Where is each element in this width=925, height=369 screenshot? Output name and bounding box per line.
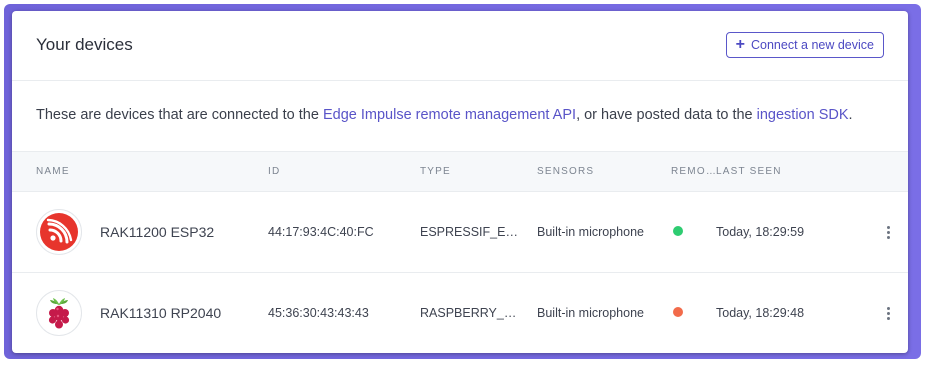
- ingestion-sdk-link[interactable]: ingestion SDK: [757, 107, 849, 123]
- device-sensors: Built-in microphone: [537, 225, 644, 239]
- devices-description: These are devices that are connected to …: [12, 81, 908, 151]
- status-online-dot: [673, 226, 683, 236]
- remote-status-cell: [671, 192, 716, 273]
- table-row[interactable]: RAK11310 RP2040 45:36:30:43:43:43 RASPBE…: [12, 273, 908, 354]
- row-actions-cell: [866, 273, 908, 354]
- column-header-last-seen[interactable]: LAST SEEN: [716, 152, 866, 192]
- row-actions-cell: [866, 192, 908, 273]
- column-header-sensors[interactable]: SENSORS: [537, 152, 671, 192]
- device-type: ESPRESSIF_ESP32: [420, 225, 522, 239]
- table-row[interactable]: RAK11200 ESP32 44:17:93:4C:40:FC ESPRESS…: [12, 192, 908, 273]
- device-type-cell: ESPRESSIF_ESP32: [420, 192, 537, 273]
- column-header-type[interactable]: TYPE: [420, 152, 537, 192]
- column-header-id[interactable]: ID: [268, 152, 420, 192]
- description-middle: , or have posted data to the: [576, 107, 757, 123]
- more-vertical-icon[interactable]: [882, 225, 894, 239]
- card-header: Your devices + Connect a new device: [12, 11, 908, 81]
- device-type-cell: RASPBERRY_PI_RP2040: [420, 273, 537, 354]
- raspberry-pi-logo-icon: [36, 290, 82, 336]
- device-id: 44:17:93:4C:40:FC: [268, 225, 374, 239]
- device-last-seen: Today, 18:29:59: [716, 225, 805, 239]
- connect-device-label: Connect a new device: [751, 38, 874, 52]
- remote-status-cell: [671, 273, 716, 354]
- device-sensors-cell: Built-in microphone: [537, 192, 671, 273]
- table-header-row: NAME ID TYPE SENSORS REMOTE MGMT LAST SE…: [12, 151, 908, 192]
- status-offline-dot: [673, 307, 683, 317]
- device-name-cell: RAK11310 RP2040: [12, 273, 268, 354]
- device-last-seen: Today, 18:29:48: [716, 306, 805, 320]
- device-name[interactable]: RAK11200 ESP32: [100, 224, 214, 240]
- column-header-name[interactable]: NAME: [12, 152, 268, 192]
- device-type: RASPBERRY_PI_RP2040: [420, 306, 522, 320]
- more-vertical-icon[interactable]: [882, 306, 894, 320]
- column-header-actions: [866, 152, 908, 192]
- connect-device-button[interactable]: + Connect a new device: [725, 32, 884, 58]
- page-title: Your devices: [36, 35, 133, 54]
- description-suffix: .: [848, 107, 853, 123]
- device-id: 45:36:30:43:43:43: [268, 306, 369, 320]
- remote-management-link[interactable]: Edge Impulse remote management API: [323, 107, 576, 123]
- device-name[interactable]: RAK11310 RP2040: [100, 305, 221, 321]
- device-sensors: Built-in microphone: [537, 306, 644, 320]
- description-prefix: These are devices that are connected to …: [36, 107, 323, 123]
- device-sensors-cell: Built-in microphone: [537, 273, 671, 354]
- column-header-remote-mgmt[interactable]: REMOTE MGMT: [671, 152, 716, 192]
- devices-card: Your devices + Connect a new device Thes…: [12, 11, 908, 353]
- espressif-logo-icon: [36, 209, 82, 255]
- plus-icon: +: [735, 36, 745, 53]
- devices-table: NAME ID TYPE SENSORS REMOTE MGMT LAST SE…: [12, 151, 908, 353]
- device-name-cell: RAK11200 ESP32: [12, 192, 268, 273]
